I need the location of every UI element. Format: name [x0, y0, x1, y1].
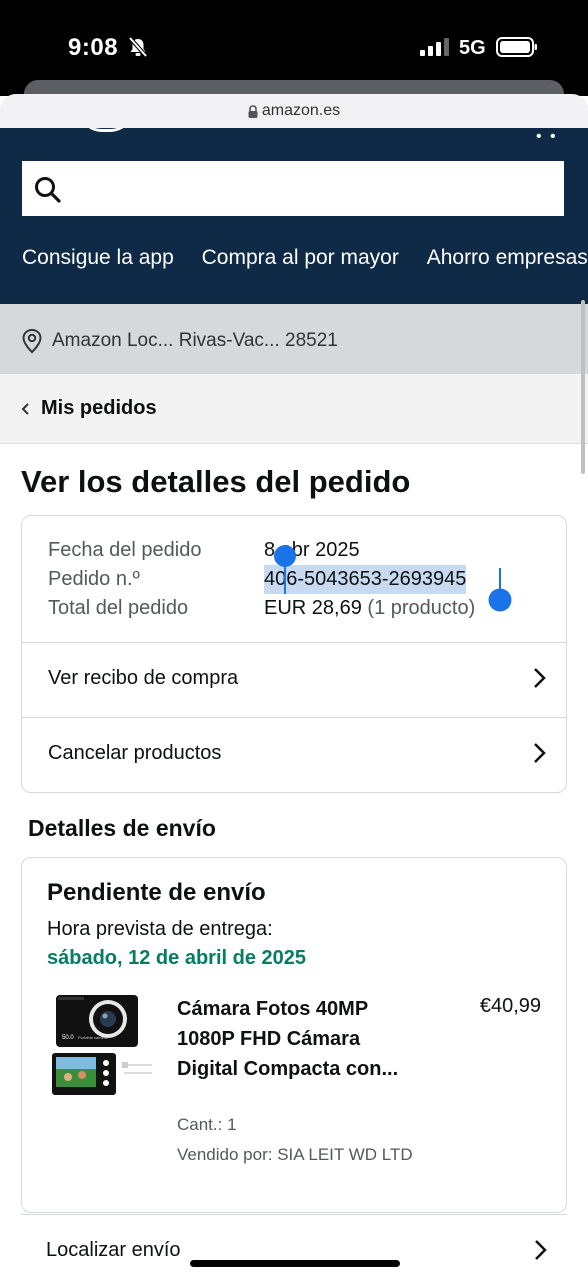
- order-total-label: Total del pedido: [48, 597, 189, 619]
- cancel-products-label: Cancelar productos: [48, 742, 222, 764]
- bell-slash-icon: [127, 36, 149, 63]
- product-image-caption: Portable camera: [78, 1035, 108, 1040]
- nav-item-business[interactable]: Ahorro empresas: [427, 246, 588, 270]
- lock-icon: [248, 104, 258, 118]
- status-time: 9:08: [68, 34, 119, 61]
- product-seller: Vendido por: SIA LEIT WD LTD: [177, 1145, 413, 1164]
- chevron-left-icon: [20, 402, 30, 421]
- order-total-amount: EUR 28,69: [264, 597, 362, 619]
- chevron-right-icon: [532, 667, 546, 694]
- url-text: amazon.es: [261, 102, 341, 119]
- view-receipt-row[interactable]: Ver recibo de compra: [22, 642, 566, 717]
- shipment-status: Pendiente de envío: [47, 879, 266, 906]
- product-title[interactable]: Cámara Fotos 40MP 1080P FHD Cámara Digit…: [177, 994, 407, 1084]
- back-label: Mis pedidos: [41, 397, 157, 419]
- nav-strip: Consigue la app Compra al por mayor Ahor…: [22, 246, 588, 270]
- eta-date: sábado, 12 de abril de 2025: [47, 947, 307, 969]
- chevron-right-icon: [532, 742, 546, 769]
- selection-start-handle[interactable]: [273, 544, 297, 599]
- page-title: Ver los detalles del pedido: [21, 464, 411, 499]
- order-number-label: Pedido n.º: [48, 568, 140, 590]
- more-icon[interactable]: • •: [536, 128, 558, 146]
- nav-item-wholesale[interactable]: Compra al por mayor: [202, 246, 399, 270]
- eta-label: Hora prevista de entrega:: [47, 918, 273, 940]
- home-indicator[interactable]: [190, 1260, 400, 1267]
- shipping-heading: Detalles de envío: [28, 815, 216, 841]
- product-price: €40,99: [479, 995, 541, 1017]
- order-summary-card: Fecha del pedido 8 abr 2025 Pedido n.º 4…: [21, 515, 567, 793]
- back-to-orders[interactable]: Mis pedidos: [0, 374, 588, 444]
- location-pin-icon: [21, 328, 43, 359]
- nav-item-app[interactable]: Consigue la app: [22, 246, 174, 270]
- search-icon: [34, 176, 62, 209]
- battery-icon: [496, 37, 538, 62]
- product-image-badge: 50.0: [62, 1035, 74, 1041]
- view-receipt-label: Ver recibo de compra: [48, 667, 239, 689]
- url-bar[interactable]: amazon.es: [0, 94, 588, 130]
- scrollbar[interactable]: [581, 300, 585, 474]
- selection-end-handle[interactable]: [487, 568, 513, 619]
- chevron-right-icon: [533, 1239, 547, 1266]
- track-shipment-row[interactable]: Localizar envío: [21, 1214, 567, 1280]
- location-text: Amazon Loc... Rivas-Vac... 28521: [52, 330, 338, 351]
- cell-signal-icon: [420, 38, 452, 61]
- search-input[interactable]: [20, 159, 566, 218]
- cancel-products-row[interactable]: Cancelar productos: [22, 717, 566, 792]
- amazon-header: • • Consigue la app Compra al por mayor …: [0, 128, 588, 304]
- amazon-logo[interactable]: [78, 128, 134, 132]
- order-date-label: Fecha del pedido: [48, 539, 202, 561]
- order-info: Fecha del pedido 8 abr 2025 Pedido n.º 4…: [48, 536, 475, 623]
- network-type: 5G: [459, 37, 486, 59]
- product-image[interactable]: 50.0 Portable camera: [48, 993, 158, 1101]
- order-total-count: (1 producto): [367, 597, 476, 619]
- shipment-card: Pendiente de envío Hora prevista de entr…: [21, 857, 567, 1213]
- delivery-location-bar[interactable]: Amazon Loc... Rivas-Vac... 28521: [0, 304, 588, 374]
- product-quantity: Cant.: 1: [177, 1115, 237, 1134]
- track-shipment-label: Localizar envío: [46, 1239, 181, 1261]
